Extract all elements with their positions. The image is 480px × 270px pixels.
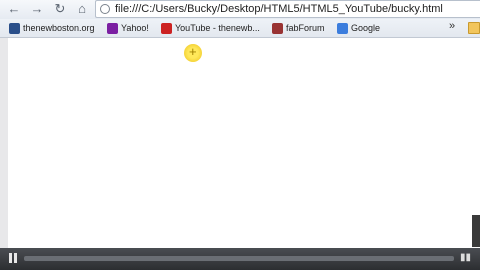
back-arrow-icon[interactable]: ← xyxy=(6,1,22,17)
bookmark-google[interactable]: Google xyxy=(337,21,380,35)
cursor-highlight-icon xyxy=(184,44,202,62)
other-bookmarks-folder-icon[interactable] xyxy=(468,22,480,34)
video-controls: ▮▮ xyxy=(0,248,480,270)
google-icon xyxy=(337,22,348,34)
bookmark-youtube[interactable]: YouTube - thenewb... xyxy=(161,21,260,35)
bookmark-yahoo[interactable]: Yahoo! xyxy=(107,21,149,35)
video-left-edge xyxy=(0,38,8,248)
bookmark-label: YouTube - thenewb... xyxy=(175,23,260,33)
bookmark-label: fabForum xyxy=(286,23,325,33)
forward-arrow-icon[interactable]: → xyxy=(29,1,45,17)
bookmark-fabforum[interactable]: fabForum xyxy=(272,21,325,35)
home-icon[interactable]: ⌂ xyxy=(74,1,90,17)
video-right-edge xyxy=(472,215,480,247)
url-text: file:///C:/Users/Bucky/Desktop/HTML5/HTM… xyxy=(115,3,443,15)
browser-toolbar: ← → ↻ ⌂ file:///C:/Users/Bucky/Desktop/H… xyxy=(0,0,480,19)
address-bar[interactable]: file:///C:/Users/Bucky/Desktop/HTML5/HTM… xyxy=(95,0,480,18)
bookmark-label: Yahoo! xyxy=(121,23,149,33)
bookmarks-bar: thenewboston.org Yahoo! YouTube - thenew… xyxy=(0,19,480,38)
nb-icon xyxy=(9,22,20,34)
bookmark-label: Google xyxy=(351,23,381,33)
yahoo-icon xyxy=(107,22,118,34)
fab-icon xyxy=(272,22,283,34)
page-content xyxy=(0,38,480,270)
reload-icon[interactable]: ↻ xyxy=(52,1,68,17)
youtube-icon xyxy=(161,22,172,34)
page-icon xyxy=(100,4,110,14)
bookmark-label: thenewboston.org xyxy=(23,23,95,33)
bookmark-thenewboston[interactable]: thenewboston.org xyxy=(9,21,95,35)
more-bookmarks-chevron-icon[interactable]: » xyxy=(449,20,455,32)
volume-icon[interactable]: ▮▮ xyxy=(460,252,471,263)
pause-icon[interactable] xyxy=(9,253,17,263)
seek-bar[interactable] xyxy=(24,256,454,261)
